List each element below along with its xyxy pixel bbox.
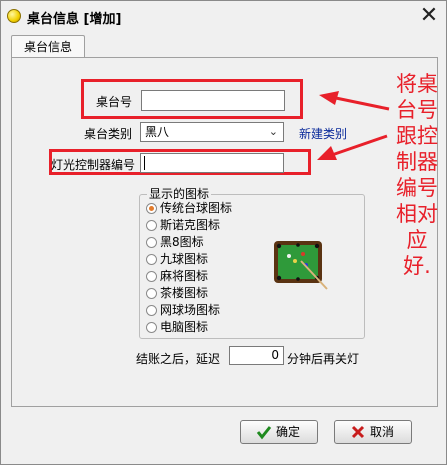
radio-traditional-billiards[interactable]: 传统台球图标 [146, 199, 232, 216]
annotation-line: 应好. [403, 228, 431, 278]
radio-label: 麻将图标 [160, 269, 209, 283]
radio-teahouse[interactable]: 茶楼图标 [146, 284, 208, 301]
ok-button-label: 确定 [276, 425, 301, 439]
title-bar: 桌台信息 [增加] ✕ [1, 1, 446, 31]
radio-label: 九球图标 [160, 252, 209, 266]
radio-nine-ball[interactable]: 九球图标 [146, 250, 208, 267]
radio-label: 电脑图标 [160, 320, 209, 334]
annotation-text: 将桌 台号 跟控 制器 编号 相对 应好. [393, 71, 441, 279]
cancel-x-icon [351, 425, 365, 439]
annotation-arrow-top [319, 91, 390, 111]
chevron-down-icon[interactable]: ⌄ [269, 123, 278, 141]
ok-button[interactable]: 确定 [240, 420, 318, 444]
tab-table-info[interactable]: 桌台信息 [11, 35, 85, 58]
radio-button-selected[interactable] [146, 203, 157, 214]
radio-button[interactable] [146, 237, 157, 248]
table-type-value: 黑八 [145, 125, 170, 139]
radio-mahjong[interactable]: 麻将图标 [146, 267, 208, 284]
radio-black8[interactable]: 黑8图标 [146, 233, 204, 250]
window-title: 桌台信息 [增加] [27, 12, 122, 27]
annotation-line: 相对 [396, 202, 438, 226]
radio-label: 茶楼图标 [160, 286, 209, 300]
annotation-line: 编号 [396, 176, 438, 200]
table-type-label: 桌台类别 [84, 127, 133, 141]
app-icon [7, 9, 21, 23]
checkout-delay-prefix: 结账之后，延迟 [136, 352, 221, 366]
close-button[interactable]: ✕ [416, 5, 442, 27]
annotation-line: 跟控 [396, 124, 438, 148]
radio-button[interactable] [146, 322, 157, 333]
billiard-table-icon [274, 241, 328, 290]
checkmark-icon [256, 426, 272, 440]
table-type-select[interactable]: 黑八 ⌄ [140, 122, 284, 142]
annotation-arrow-bottom [317, 134, 388, 160]
light-controller-label: 灯光控制器编号 [51, 158, 136, 172]
annotation-line: 制器 [396, 150, 438, 174]
radio-label: 传统台球图标 [160, 201, 233, 215]
checkout-delay-suffix: 分钟后再关灯 [287, 352, 360, 366]
table-number-input[interactable] [141, 90, 285, 111]
radio-button[interactable] [146, 254, 157, 265]
radio-button[interactable] [146, 220, 157, 231]
radio-button[interactable] [146, 288, 157, 299]
radio-label: 黑8图标 [160, 235, 204, 249]
radio-label: 斯诺克图标 [160, 218, 221, 232]
radio-button[interactable] [146, 305, 157, 316]
radio-computer[interactable]: 电脑图标 [146, 318, 208, 335]
radio-label: 网球场图标 [160, 303, 221, 317]
cancel-button[interactable]: 取消 [334, 420, 412, 444]
table-number-label: 桌台号 [96, 95, 133, 109]
dialog-window: 桌台信息 [增加] ✕ 桌台信息 桌台号 桌台类别 黑八 ⌄ 新建类别 灯光控制… [0, 0, 447, 465]
light-controller-input[interactable] [140, 153, 284, 173]
radio-snooker[interactable]: 斯诺克图标 [146, 216, 220, 233]
annotation-line: 台号 [396, 98, 438, 122]
text-cursor [144, 156, 145, 170]
cancel-button-label: 取消 [370, 425, 395, 439]
radio-button[interactable] [146, 271, 157, 282]
delay-minutes-input[interactable]: 0 [229, 346, 284, 365]
annotation-line: 将桌 [396, 72, 438, 96]
radio-tennis-court[interactable]: 网球场图标 [146, 301, 220, 318]
